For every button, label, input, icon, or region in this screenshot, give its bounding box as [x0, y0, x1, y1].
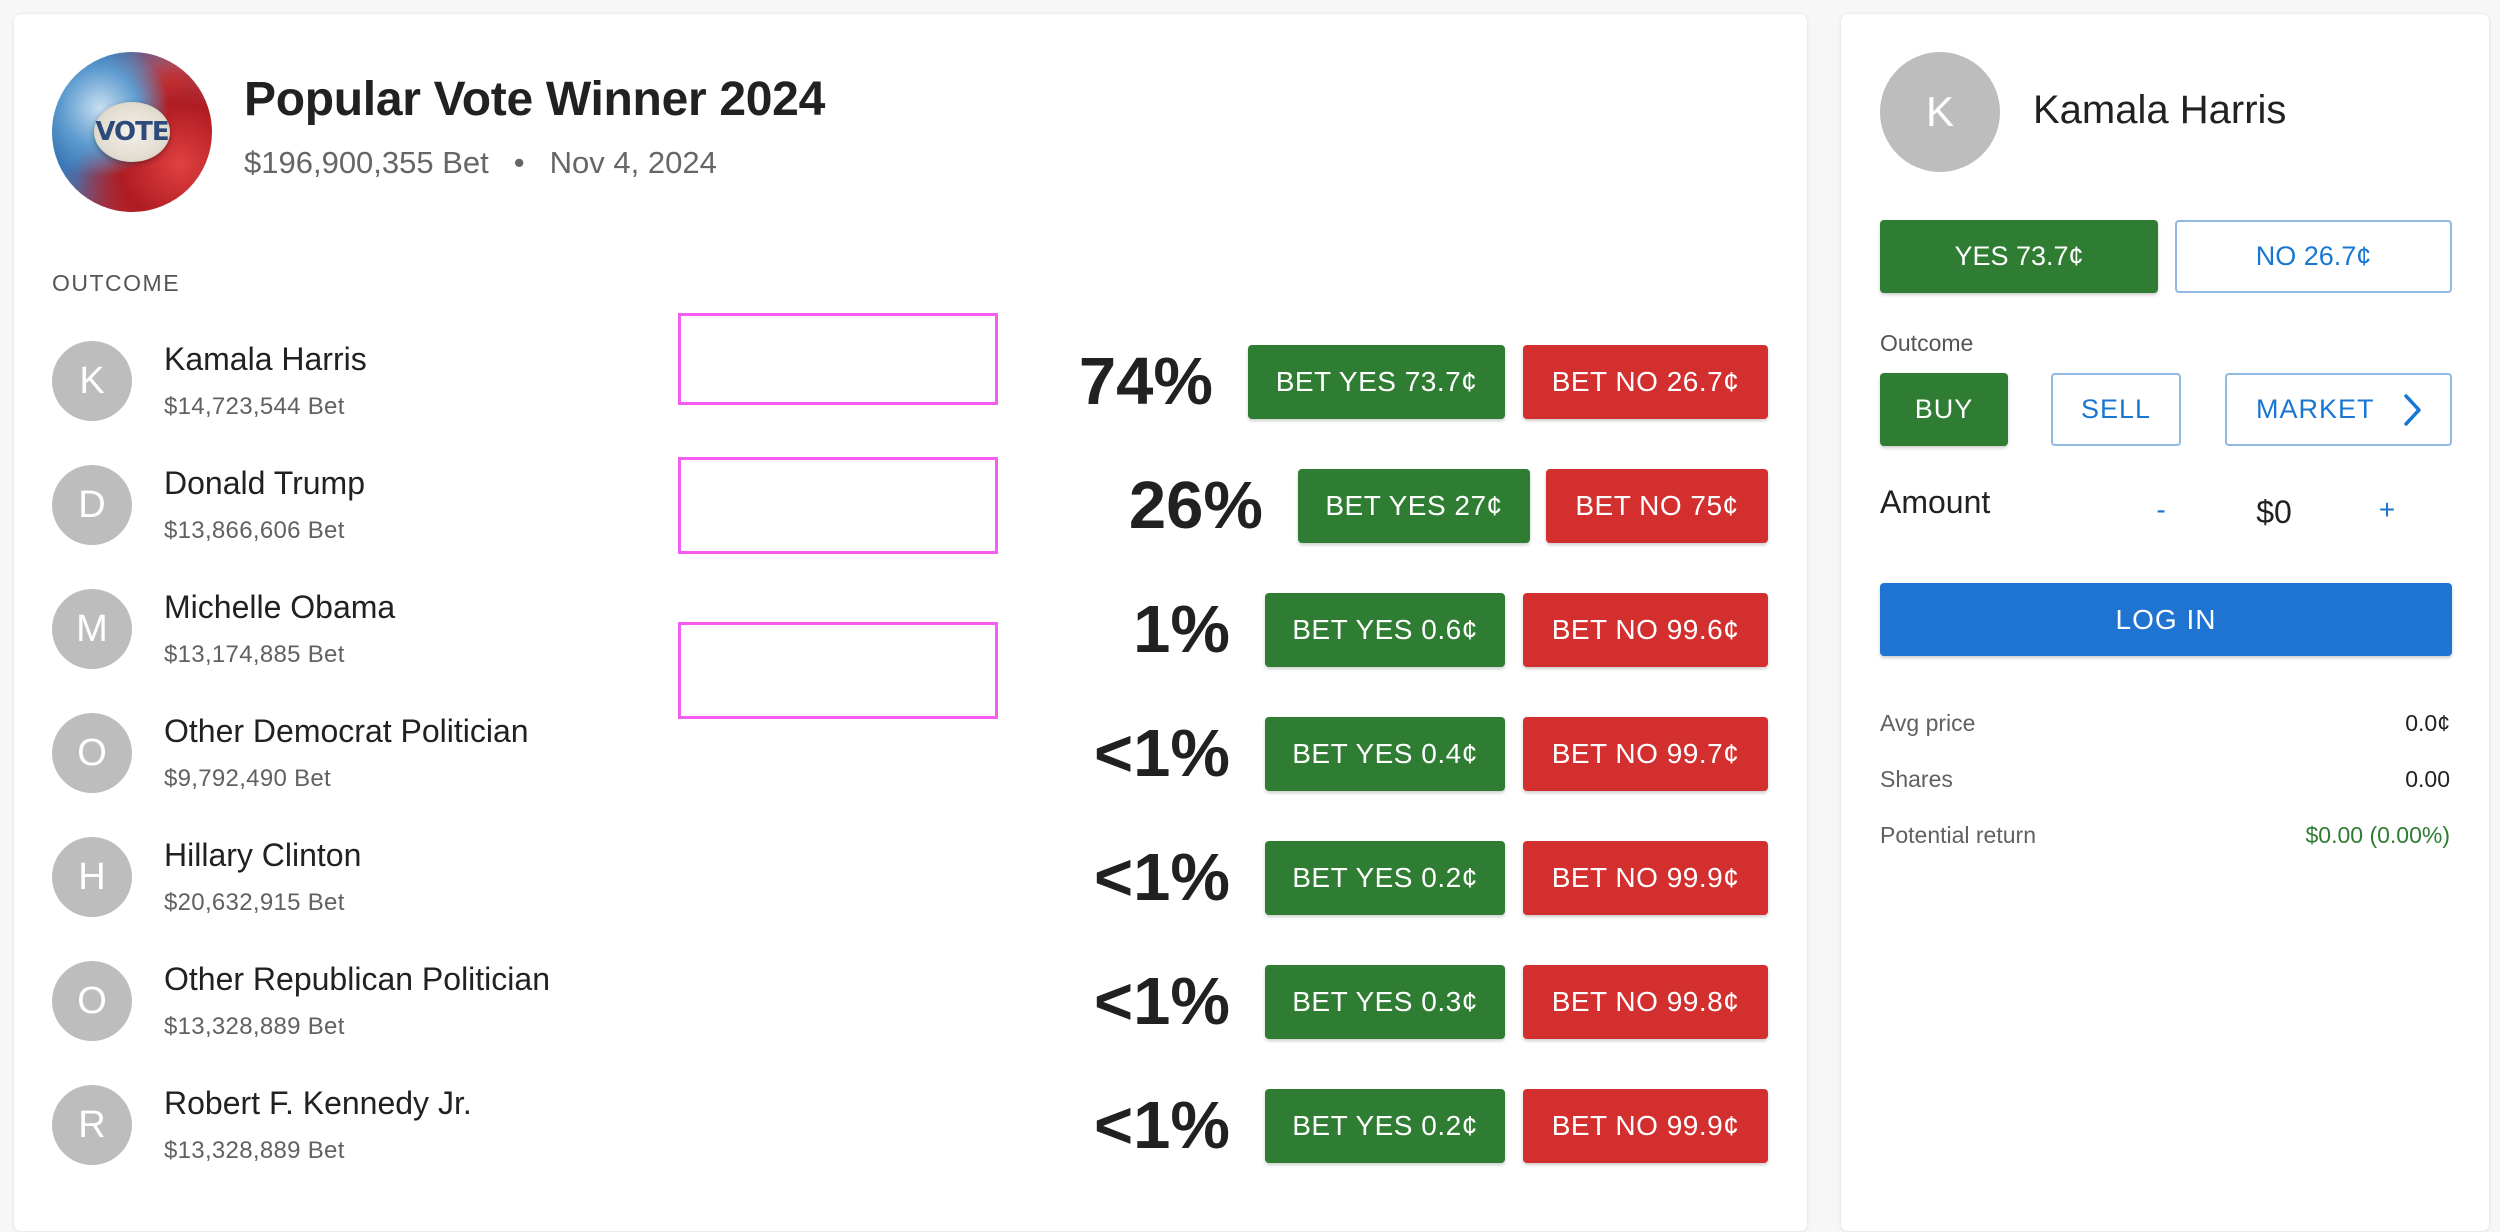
- avatar: H: [52, 837, 132, 917]
- outcome-volume: $9,792,490 Bet: [164, 765, 332, 792]
- bet-no-button[interactable]: BET NO 26.7¢: [1523, 345, 1768, 419]
- outcome-volume: $14,723,544 Bet: [164, 393, 345, 420]
- market-title: Popular Vote Winner 2024: [244, 73, 825, 126]
- outcome-volume: $20,632,915 Bet: [164, 889, 345, 916]
- outcome-row[interactable]: O Other Democrat Politician $9,792,490 B…: [0, 693, 1795, 817]
- outcome-row[interactable]: R Robert F. Kennedy Jr. $13,328,889 Bet …: [0, 1065, 1795, 1189]
- amount-input[interactable]: $0: [2234, 494, 2314, 531]
- shares-label: Shares: [1880, 766, 1953, 792]
- market-order-label: MARKET: [2256, 394, 2375, 424]
- amount-label: Amount: [1880, 484, 1991, 520]
- amount-decrease-button[interactable]: -: [2146, 494, 2176, 526]
- outcome-section-label: Outcome: [1880, 330, 1974, 356]
- outcome-name: Hillary Clinton: [164, 837, 362, 873]
- outcome-row[interactable]: D Donald Trump $13,866,606 Bet 26% BET Y…: [0, 445, 1795, 569]
- outcome-percent: <1%: [1094, 716, 1230, 791]
- bet-no-button[interactable]: BET NO 99.6¢: [1523, 593, 1768, 667]
- avatar: R: [52, 1085, 132, 1165]
- avatar: K: [52, 341, 132, 421]
- avatar: O: [52, 961, 132, 1041]
- yes-toggle-button[interactable]: YES 73.7¢: [1880, 220, 2158, 293]
- market-date: Nov 4, 2024: [549, 145, 717, 180]
- outcome-header: OUTCOME: [52, 270, 181, 296]
- market-meta: $196,900,355 Bet • Nov 4, 2024: [244, 145, 717, 181]
- outcome-row[interactable]: O Other Republican Politician $13,328,88…: [0, 941, 1795, 1065]
- chevron-right-icon: [2404, 393, 2421, 426]
- outcome-row[interactable]: H Hillary Clinton $20,632,915 Bet <1% BE…: [0, 817, 1795, 941]
- outcome-name: Michelle Obama: [164, 589, 396, 625]
- bet-yes-button[interactable]: BET YES 0.2¢: [1265, 1089, 1505, 1163]
- buy-button[interactable]: BUY: [1880, 373, 2008, 446]
- outcome-volume: $13,328,889 Bet: [164, 1013, 345, 1040]
- outcome-percent: <1%: [1094, 964, 1230, 1039]
- market-volume: $196,900,355 Bet: [244, 145, 489, 180]
- outcome-name: Kamala Harris: [164, 341, 367, 377]
- bet-yes-button[interactable]: BET YES 0.2¢: [1265, 841, 1505, 915]
- avatar: D: [52, 465, 132, 545]
- market-image: VOTE: [52, 52, 212, 212]
- outcome-percent: 1%: [1133, 592, 1230, 667]
- outcome-percent: 74%: [1078, 344, 1213, 419]
- avg-price-label: Avg price: [1880, 710, 1976, 736]
- avatar: M: [52, 589, 132, 669]
- bet-no-button[interactable]: BET NO 99.9¢: [1523, 841, 1768, 915]
- avg-price-value: 0.0¢: [2405, 710, 2450, 736]
- bet-yes-button[interactable]: BET YES 0.4¢: [1265, 717, 1505, 791]
- meta-separator: •: [513, 145, 525, 180]
- bet-yes-button[interactable]: BET YES 73.7¢: [1248, 345, 1505, 419]
- outcome-percent: 26%: [1128, 468, 1263, 543]
- outcome-row[interactable]: K Kamala Harris $14,723,544 Bet 74% BET …: [0, 321, 1795, 445]
- bet-yes-button[interactable]: BET YES 0.3¢: [1265, 965, 1505, 1039]
- selected-avatar: K: [1880, 52, 2000, 172]
- selected-outcome-name: Kamala Harris: [2033, 88, 2287, 132]
- bet-yes-button[interactable]: BET YES 0.6¢: [1265, 593, 1505, 667]
- bet-no-button[interactable]: BET NO 99.8¢: [1523, 965, 1768, 1039]
- outcome-volume: $13,866,606 Bet: [164, 517, 345, 544]
- outcome-volume: $13,174,885 Bet: [164, 641, 345, 668]
- bet-no-button[interactable]: BET NO 99.9¢: [1523, 1089, 1768, 1163]
- outcome-row[interactable]: M Michelle Obama $13,174,885 Bet 1% BET …: [0, 569, 1795, 693]
- potential-return-label: Potential return: [1880, 822, 2036, 848]
- sell-button[interactable]: SELL: [2051, 373, 2181, 446]
- bet-no-button[interactable]: BET NO 75¢: [1546, 469, 1768, 543]
- market-order-dropdown[interactable]: MARKET: [2225, 373, 2452, 446]
- outcome-name: Other Democrat Politician: [164, 713, 529, 749]
- outcome-percent: <1%: [1094, 1088, 1230, 1163]
- outcome-percent: <1%: [1094, 840, 1230, 915]
- outcome-name: Donald Trump: [164, 465, 365, 501]
- amount-increase-button[interactable]: +: [2372, 494, 2402, 526]
- outcome-name: Other Republican Politician: [164, 961, 550, 997]
- bet-yes-button[interactable]: BET YES 27¢: [1298, 469, 1530, 543]
- potential-return-value: $0.00 (0.00%): [2305, 822, 2450, 848]
- bet-no-button[interactable]: BET NO 99.7¢: [1523, 717, 1768, 791]
- vote-badge-icon: VOTE: [94, 102, 170, 162]
- avatar: O: [52, 713, 132, 793]
- login-button[interactable]: LOG IN: [1880, 583, 2452, 656]
- shares-value: 0.00: [2405, 766, 2450, 792]
- outcome-volume: $13,328,889 Bet: [164, 1137, 345, 1164]
- no-toggle-button[interactable]: NO 26.7¢: [2175, 220, 2452, 293]
- outcome-name: Robert F. Kennedy Jr.: [164, 1085, 472, 1121]
